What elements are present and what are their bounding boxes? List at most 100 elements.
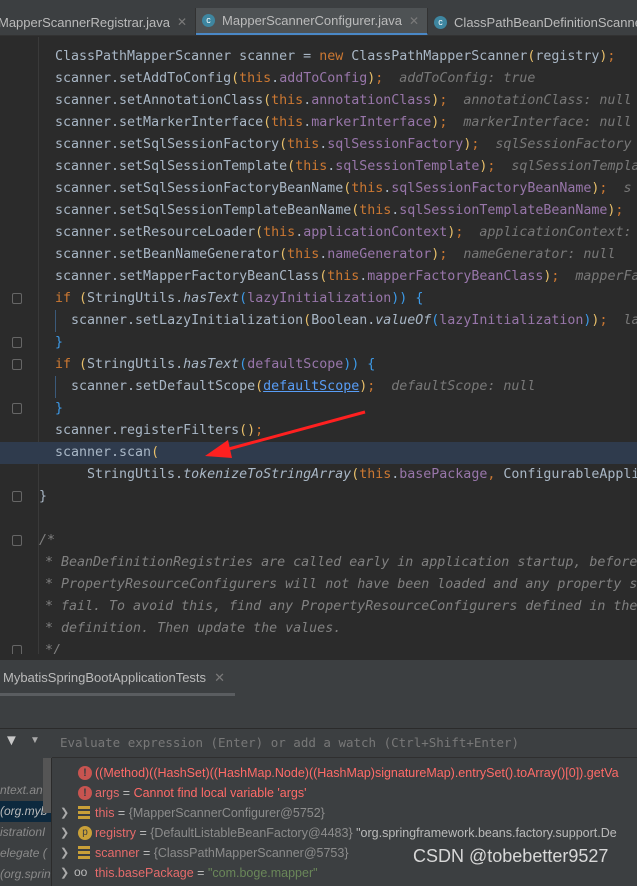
class-icon: c	[434, 15, 448, 29]
code-token: (	[231, 71, 240, 86]
fold-icon[interactable]	[12, 645, 22, 654]
code-line: scanner.setSqlSessionFactory(this.sqlSes…	[0, 134, 637, 156]
code-token: this	[263, 225, 296, 240]
variable-name: args	[95, 786, 120, 800]
code-token: this	[295, 159, 328, 174]
code-line: scanner.setAddToConfig(this.addToConfig)…	[0, 68, 637, 90]
variable-row[interactable]: ! ((Method)((HashSet)((HashMap.Node)((Has…	[52, 763, 637, 783]
parameter-icon: p	[78, 826, 92, 840]
tab-debug-session[interactable]: MybatisSpringBootApplicationTests ✕	[0, 666, 235, 696]
scrollbar[interactable]	[43, 758, 51, 813]
execution-line: scanner.scan(	[0, 442, 637, 464]
code-line: StringUtils.tokenizeToStringArray(this.b…	[0, 464, 637, 486]
fold-icon[interactable]	[12, 491, 22, 502]
debug-tab-label: MybatisSpringBootApplicationTests	[3, 670, 207, 685]
code-line: scanner.setSqlSessionFactoryBeanName(thi…	[0, 178, 637, 200]
evaluate-expression-input[interactable]: Evaluate expression (Enter) or add a wat…	[52, 729, 637, 758]
fold-icon[interactable]	[12, 293, 22, 304]
stack-frame[interactable]: (org.sprin	[0, 864, 51, 885]
code-token: ClassPathMapperScanner	[343, 49, 528, 64]
code-token: this	[359, 467, 392, 482]
code-token: ))	[343, 357, 360, 372]
code-token: ;	[615, 203, 624, 218]
close-icon[interactable]: ✕	[177, 15, 187, 29]
stack-frame[interactable]: elegate (	[0, 843, 51, 864]
code-token: (	[319, 269, 328, 284]
inline-value-hint: s	[607, 181, 632, 196]
code-line: * PropertyResourceConfigurers will not h…	[0, 574, 637, 596]
code-line: /*	[0, 530, 637, 552]
code-token: .	[303, 93, 312, 108]
stack-frame[interactable]: istrationI	[0, 822, 51, 843]
fold-icon[interactable]	[12, 337, 22, 348]
code-token: (	[79, 357, 88, 372]
code-token: }	[55, 401, 64, 416]
code-token: scanner.setSqlSessionFactoryBeanName	[55, 181, 344, 196]
code-token: addToConfig	[279, 71, 368, 86]
variable-name: registry	[95, 826, 136, 840]
close-icon[interactable]: ✕	[409, 14, 419, 28]
code-token: scanner.setDefaultScope	[71, 379, 256, 394]
code-line: if (StringUtils.hasText(lazyInitializati…	[0, 288, 637, 310]
code-line: */	[0, 640, 637, 654]
inline-value-hint: sqlSessionTemplate	[511, 159, 637, 174]
code-line: scanner.setDefaultScope(defaultScope); d…	[0, 376, 637, 398]
fold-icon[interactable]	[12, 535, 22, 546]
tab-label: ClassPathBeanDefinitionScanner.java	[454, 14, 637, 30]
code-token: StringUtils.	[87, 467, 184, 482]
code-line: scanner.setSqlSessionTemplateBeanName(th…	[0, 200, 637, 222]
code-token: */	[45, 643, 62, 654]
variable-value: "com.boge.mapper"	[207, 866, 318, 880]
code-token: sqlSessionTemplate	[335, 159, 480, 174]
variable-name: scanner	[95, 846, 140, 860]
inline-value-hint: markerInterface: null	[447, 115, 632, 130]
fold-icon[interactable]	[12, 359, 22, 370]
code-token: ;	[607, 49, 616, 64]
variable-row[interactable]: ❯ this = {MapperScannerConfigurer@5752}	[52, 803, 637, 823]
tab-classpathbeandefinitionscanner-java[interactable]: c ClassPathBeanDefinitionScanner.java	[428, 8, 637, 35]
code-token: if	[55, 291, 72, 306]
code-line: }	[0, 398, 637, 420]
indent-guide	[55, 376, 56, 398]
code-token: scanner.setSqlSessionTemplateBeanName	[55, 203, 352, 218]
tab-mapperscannerconfigurer-java[interactable]: c MapperScannerConfigurer.java ✕	[196, 8, 429, 35]
chevron-right-icon[interactable]: ❯	[60, 823, 69, 843]
code-token: scanner.setMapperFactoryBeanClass	[55, 269, 320, 284]
fold-icon[interactable]	[12, 403, 22, 414]
code-token: ;	[255, 423, 264, 438]
inline-value-hint: la	[607, 313, 637, 328]
inline-value-hint: addToConfig: true	[383, 71, 536, 86]
code-line: scanner.setMarkerInterface(this.markerIn…	[0, 112, 637, 134]
code-token: this	[351, 181, 384, 196]
chevron-down-icon[interactable]: ▼	[30, 735, 40, 746]
code-token: annotationClass	[311, 93, 432, 108]
code-token: sqlSessionFactoryBeanName	[391, 181, 592, 196]
code-token: (	[239, 291, 248, 306]
code-token: scanner.setMarkerInterface	[55, 115, 264, 130]
field-icon	[78, 806, 90, 820]
variable-row[interactable]: ❯ p registry = {DefaultListableBeanFactory…	[52, 823, 637, 843]
tab-mapperscannerregistrar-java[interactable]: MapperScannerRegistrar.java ✕	[0, 8, 197, 35]
watermark: CSDN @tobebetter9527	[413, 846, 609, 866]
error-icon: !	[78, 786, 92, 800]
code-token: {	[415, 291, 424, 306]
chevron-right-icon[interactable]: ❯	[60, 863, 69, 883]
code-token: }	[55, 335, 64, 350]
code-token: (	[255, 379, 264, 394]
close-icon[interactable]: ✕	[214, 670, 225, 685]
chevron-right-icon[interactable]: ❯	[60, 843, 69, 863]
chevron-right-icon[interactable]: ❯	[60, 803, 69, 823]
variable-row[interactable]: ! args = Cannot find local variable 'args…	[52, 783, 637, 803]
code-editor[interactable]: ClassPathMapperScanner scanner = new Cla…	[0, 37, 637, 654]
inline-value-hint: nameGenerator: null	[447, 247, 616, 262]
code-token: scanner.setAddToConfig	[55, 71, 232, 86]
code-line: scanner.setMapperFactoryBeanClass(this.m…	[0, 266, 637, 288]
code-token: .	[295, 225, 304, 240]
code-token: scanner.setAnnotationClass	[55, 93, 264, 108]
code-line: * fail. To avoid this, find any Property…	[0, 596, 637, 618]
code-token: (	[151, 445, 160, 460]
title-strip	[0, 0, 637, 8]
variable-value: {DefaultListableBeanFactory@4483}	[150, 826, 353, 840]
filter-icon[interactable]: ▼	[4, 732, 19, 749]
